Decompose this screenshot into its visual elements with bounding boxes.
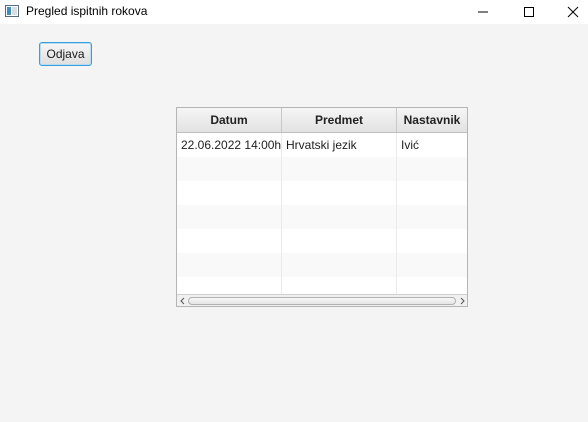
empty-table-row	[177, 205, 467, 229]
empty-table-row	[177, 253, 467, 277]
table-body: 22.06.2022 14:00h Hrvatski jezik Ivić	[177, 133, 467, 295]
empty-cell	[282, 253, 397, 277]
empty-cell	[397, 157, 467, 181]
empty-cell	[177, 253, 282, 277]
table-row[interactable]: 22.06.2022 14:00h Hrvatski jezik Ivić	[177, 133, 467, 157]
empty-cell	[177, 205, 282, 229]
minimize-button[interactable]	[461, 0, 505, 24]
empty-cell	[397, 229, 467, 253]
empty-cell	[282, 229, 397, 253]
close-icon	[567, 6, 579, 18]
empty-table-row	[177, 181, 467, 205]
empty-cell	[282, 277, 397, 295]
cell-nastavnik: Ivić	[401, 138, 419, 152]
horizontal-scrollbar[interactable]	[177, 294, 467, 306]
empty-table-row	[177, 277, 467, 295]
scroll-right-icon[interactable]	[457, 296, 467, 306]
table-header: Datum Predmet Nastavnik	[177, 108, 467, 133]
empty-table-row	[177, 157, 467, 181]
column-header-datum[interactable]: Datum	[177, 108, 282, 132]
empty-cell	[177, 229, 282, 253]
column-header-predmet[interactable]: Predmet	[282, 108, 397, 132]
empty-table-row	[177, 229, 467, 253]
empty-cell	[177, 157, 282, 181]
empty-cell	[282, 157, 397, 181]
empty-cell	[282, 181, 397, 205]
empty-cell	[177, 181, 282, 205]
empty-cell	[397, 277, 467, 295]
empty-cell	[177, 277, 282, 295]
logout-button[interactable]: Odjava	[39, 42, 92, 66]
window-content: Odjava Datum Predmet Nastavnik 22.06.202…	[0, 24, 588, 422]
window-title: Pregled ispitnih rokova	[26, 4, 148, 18]
app-icon	[5, 5, 19, 17]
cell-predmet: Hrvatski jezik	[282, 133, 397, 157]
scrollbar-thumb[interactable]	[188, 297, 456, 305]
empty-cell	[397, 253, 467, 277]
empty-cell	[397, 205, 467, 229]
column-header-nastavnik[interactable]: Nastavnik	[397, 108, 467, 132]
minimize-icon	[478, 11, 488, 13]
scroll-left-icon[interactable]	[178, 296, 188, 306]
window-titlebar[interactable]: Pregled ispitnih rokova	[0, 0, 588, 24]
maximize-button[interactable]	[507, 0, 551, 24]
empty-cell	[282, 205, 397, 229]
close-button[interactable]	[551, 0, 588, 24]
empty-cell	[397, 181, 467, 205]
exam-schedule-table[interactable]: Datum Predmet Nastavnik 22.06.2022 14:00…	[176, 107, 468, 307]
maximize-icon	[524, 7, 534, 17]
cell-datum: 22.06.2022 14:00h	[177, 133, 282, 157]
